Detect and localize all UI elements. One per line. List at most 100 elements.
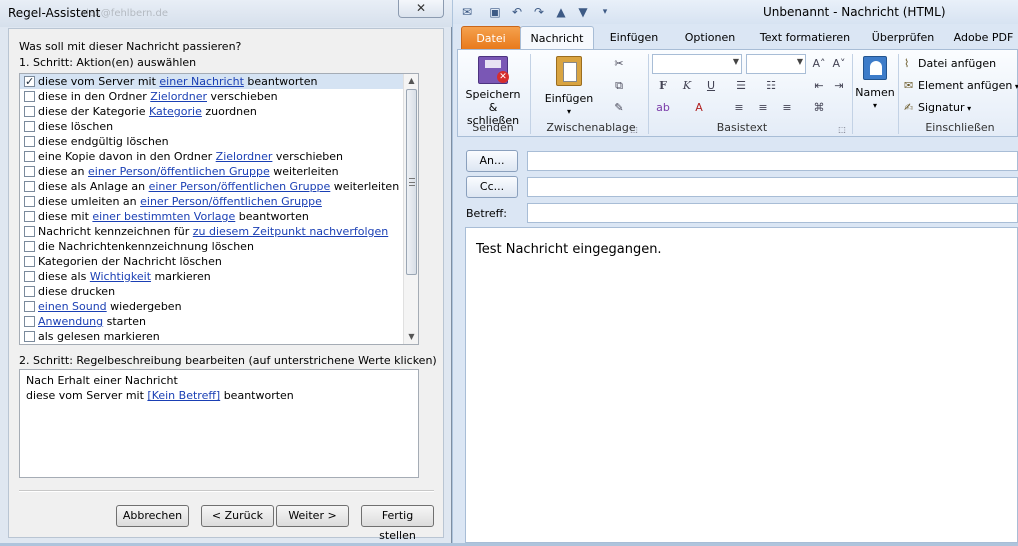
attach-file-button[interactable]: ⌇ Datei anfügen: [904, 56, 996, 72]
format-painter-icon[interactable]: ✎: [610, 100, 628, 116]
action-checkbox[interactable]: [24, 166, 35, 177]
action-checkbox[interactable]: [24, 151, 35, 162]
save-close-button[interactable]: ✕ Speichern & schließen: [462, 56, 524, 127]
copy-icon[interactable]: ⧉: [610, 78, 628, 94]
cc-button[interactable]: Cc...: [466, 176, 518, 198]
scroll-down-icon[interactable]: ▼: [404, 330, 418, 344]
styles-icon[interactable]: ⌘: [810, 100, 828, 116]
message-body[interactable]: Test Nachricht eingegangen.: [465, 227, 1018, 543]
action-item[interactable]: diese als Wichtigkeit markieren: [20, 269, 406, 284]
action-item[interactable]: diese der Kategorie Kategorie zuordnen: [20, 104, 406, 119]
action-link[interactable]: zu diesem Zeitpunkt nachverfolgen: [193, 225, 388, 238]
font-color-icon[interactable]: A: [690, 100, 708, 116]
action-link[interactable]: einer Nachricht: [159, 75, 243, 88]
action-checkbox[interactable]: [24, 91, 35, 102]
tab-review[interactable]: Überprüfen: [865, 26, 941, 50]
action-checkbox[interactable]: [24, 241, 35, 252]
paste-dropdown-icon[interactable]: ▾: [538, 105, 600, 118]
action-link[interactable]: Zielordner: [216, 150, 273, 163]
action-checkbox[interactable]: [24, 226, 35, 237]
actions-scrollbar[interactable]: ▲ ▼: [403, 74, 418, 344]
action-item[interactable]: diese löschen: [20, 119, 406, 134]
highlight-icon[interactable]: ab: [654, 100, 672, 116]
tab-options[interactable]: Optionen: [677, 26, 743, 50]
increase-indent-icon[interactable]: ⇥: [830, 78, 848, 94]
scrollbar-thumb[interactable]: [406, 89, 417, 275]
action-link[interactable]: Zielordner: [150, 90, 207, 103]
action-item[interactable]: diese mit einer bestimmten Vorlage beant…: [20, 209, 406, 224]
action-checkbox[interactable]: [24, 271, 35, 282]
next-button[interactable]: Weiter >: [276, 505, 349, 527]
undo-icon[interactable]: ↶: [509, 4, 525, 20]
action-item[interactable]: diese drucken: [20, 284, 406, 299]
tab-message[interactable]: Nachricht: [520, 26, 594, 50]
action-link[interactable]: einer bestimmten Vorlage: [92, 210, 235, 223]
action-checkbox[interactable]: [24, 181, 35, 192]
customize-toolbar-icon[interactable]: ▾: [597, 4, 613, 20]
names-button[interactable]: Namen ▾: [855, 56, 895, 112]
action-checkbox[interactable]: [24, 256, 35, 267]
tab-file[interactable]: Datei: [461, 26, 521, 50]
tab-format-text[interactable]: Text formatieren: [755, 26, 855, 50]
action-link[interactable]: Wichtigkeit: [90, 270, 151, 283]
tab-insert[interactable]: Einfügen: [603, 26, 665, 50]
names-dropdown-icon[interactable]: ▾: [855, 99, 895, 112]
action-link[interactable]: einer Person/öffentlichen Gruppe: [140, 195, 322, 208]
action-item[interactable]: Anwendung starten: [20, 314, 406, 329]
bold-icon[interactable]: F: [654, 78, 672, 94]
actions-list[interactable]: diese vom Server mit einer Nachricht bea…: [19, 73, 419, 345]
back-button[interactable]: < Zurück: [201, 505, 274, 527]
action-link[interactable]: Anwendung: [38, 315, 103, 328]
scroll-up-icon[interactable]: ▲: [404, 74, 418, 88]
grow-font-icon[interactable]: A˄: [810, 56, 828, 72]
save-icon[interactable]: ▣: [487, 4, 503, 20]
action-link[interactable]: einen Sound: [38, 300, 107, 313]
action-checkbox[interactable]: [24, 286, 35, 297]
action-item[interactable]: Kategorien der Nachricht löschen: [20, 254, 406, 269]
attach-item-button[interactable]: ✉ Element anfügen ▾: [904, 78, 1018, 95]
dialog-launcher-icon[interactable]: ⬚: [628, 122, 640, 138]
paste-button[interactable]: Einfügen ▾: [538, 56, 600, 118]
action-checkbox[interactable]: [24, 301, 35, 312]
finish-button[interactable]: Fertig stellen: [361, 505, 434, 542]
action-item[interactable]: die Nachrichtenkennzeichnung löschen: [20, 239, 406, 254]
action-item[interactable]: Nachricht kennzeichnen für zu diesem Zei…: [20, 224, 406, 239]
action-item[interactable]: diese umleiten an einer Person/öffentlic…: [20, 194, 406, 209]
numbering-icon[interactable]: ☷: [762, 78, 780, 94]
action-item[interactable]: eine Kopie davon in den Ordner Zielordne…: [20, 149, 406, 164]
font-family-combo[interactable]: ▼: [652, 54, 742, 74]
tab-adobe-pdf[interactable]: Adobe PDF: [949, 26, 1018, 50]
action-checkbox[interactable]: [24, 74, 35, 89]
action-checkbox[interactable]: [24, 211, 35, 222]
dialog-launcher-icon[interactable]: ⬚: [836, 122, 848, 138]
action-checkbox[interactable]: [24, 316, 35, 327]
decrease-indent-icon[interactable]: ⇤: [810, 78, 828, 94]
to-field[interactable]: [527, 151, 1018, 171]
action-item[interactable]: als gelesen markieren: [20, 329, 406, 344]
close-button[interactable]: ✕: [398, 0, 444, 18]
action-item[interactable]: diese endgültig löschen: [20, 134, 406, 149]
italic-icon[interactable]: K: [678, 78, 696, 94]
align-center-icon[interactable]: ≡: [754, 100, 772, 116]
font-size-combo[interactable]: ▼: [746, 54, 806, 74]
cc-field[interactable]: [527, 177, 1018, 197]
action-link[interactable]: einer Person/öffentlichen Gruppe: [88, 165, 270, 178]
shrink-font-icon[interactable]: A˅: [830, 56, 848, 72]
cut-icon[interactable]: ✂: [610, 56, 628, 72]
cancel-button[interactable]: Abbrechen: [116, 505, 189, 527]
action-link[interactable]: einer Person/öffentlichen Gruppe: [149, 180, 331, 193]
action-checkbox[interactable]: [24, 106, 35, 117]
action-item[interactable]: einen Sound wiedergeben: [20, 299, 406, 314]
align-left-icon[interactable]: ≡: [730, 100, 748, 116]
action-checkbox[interactable]: [24, 136, 35, 147]
subject-field[interactable]: [527, 203, 1018, 223]
to-button[interactable]: An...: [466, 150, 518, 172]
action-item[interactable]: diese in den Ordner Zielordner verschieb…: [20, 89, 406, 104]
action-item[interactable]: diese vom Server mit einer Nachricht bea…: [20, 74, 406, 89]
action-item[interactable]: diese an einer Person/öffentlichen Grupp…: [20, 164, 406, 179]
action-item[interactable]: diese als Anlage an einer Person/öffentl…: [20, 179, 406, 194]
action-checkbox[interactable]: [24, 196, 35, 207]
subject-link[interactable]: [Kein Betreff]: [147, 389, 220, 402]
redo-icon[interactable]: ↷: [531, 4, 547, 20]
action-checkbox[interactable]: [24, 121, 35, 132]
